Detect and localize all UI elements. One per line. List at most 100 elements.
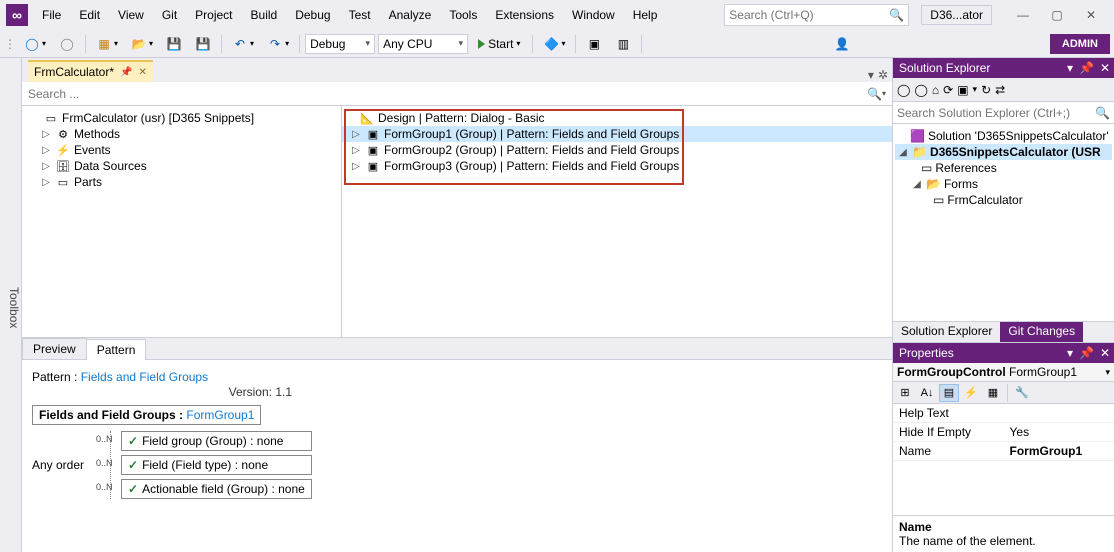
form-item[interactable]: ▭FrmCalculator [895, 192, 1112, 208]
tool-btn-3[interactable]: ▥ [610, 33, 636, 55]
prop-value[interactable] [1004, 404, 1114, 422]
form-structure-tree[interactable]: ▭ FrmCalculator (usr) [D365 Snippets] ▷⚙… [22, 106, 342, 337]
back-icon[interactable]: ◯ [897, 83, 910, 97]
references-node[interactable]: ▭References [895, 160, 1112, 176]
new-project-button[interactable]: ▦▾ [91, 33, 123, 55]
solution-explorer-header[interactable]: Solution Explorer ▾📌✕ [893, 58, 1114, 78]
expander-icon[interactable]: ▷ [350, 129, 362, 140]
expander-icon[interactable]: ▷ [40, 161, 52, 172]
save-button[interactable]: 💾 [161, 33, 187, 55]
toolbox-tab[interactable]: Toolbox [0, 58, 22, 552]
open-button[interactable]: 📂▾ [126, 33, 158, 55]
menu-help[interactable]: Help [625, 4, 666, 26]
tab-settings-icon[interactable]: ✲ [878, 68, 888, 82]
solution-tree[interactable]: 🟪Solution 'D365SnippetsCalculator' ◢📁D36… [893, 124, 1114, 321]
prop-row[interactable]: Help Text [893, 404, 1114, 423]
alpha-sort-icon[interactable]: A↓ [917, 384, 937, 402]
prop-row[interactable]: Hide If EmptyYes [893, 423, 1114, 442]
admin-badge[interactable]: ADMIN [1050, 34, 1110, 54]
prop-value[interactable]: Yes [1004, 423, 1114, 441]
menu-tools[interactable]: Tools [441, 4, 485, 26]
tab-solution-explorer[interactable]: Solution Explorer [893, 322, 1000, 342]
forms-folder[interactable]: ◢📂Forms [895, 176, 1112, 192]
designer-search-input[interactable] [28, 87, 867, 101]
menu-edit[interactable]: Edit [71, 4, 108, 26]
expander-icon[interactable]: ▷ [40, 145, 52, 156]
pin-icon[interactable]: 📌 [1079, 61, 1094, 75]
tree-node-methods[interactable]: ▷⚙Methods [22, 126, 341, 142]
pin-icon[interactable]: 📌 [120, 67, 132, 78]
design-node-formgroup2[interactable]: ▷▣FormGroup2 (Group) | Pattern: Fields a… [342, 142, 892, 158]
panel-dropdown-icon[interactable]: ▾ [1067, 346, 1073, 360]
sync-icon[interactable]: ⟳ [943, 83, 953, 97]
panel-dropdown-icon[interactable]: ▾ [1067, 61, 1073, 75]
menu-project[interactable]: Project [187, 4, 240, 26]
tree-node-data-sources[interactable]: ▷🗄Data Sources [22, 158, 341, 174]
wrench-icon[interactable]: 🔧 [1012, 384, 1032, 402]
fwd-icon[interactable]: ◯ [914, 83, 927, 97]
tab-overflow-icon[interactable]: ▾ [868, 68, 874, 82]
expander-icon[interactable]: ▷ [40, 129, 52, 140]
maximize-button[interactable]: ▢ [1040, 4, 1074, 26]
menu-extensions[interactable]: Extensions [487, 4, 562, 26]
menu-git[interactable]: Git [154, 4, 185, 26]
pattern-option[interactable]: ✓Actionable field (Group) : none [121, 479, 312, 499]
refresh-icon[interactable]: ↻ [981, 83, 991, 97]
props-view-icon[interactable]: ▤ [939, 384, 959, 402]
expander-icon[interactable]: ▷ [350, 161, 362, 172]
pin-icon[interactable]: 📌 [1079, 346, 1094, 360]
design-node-formgroup1[interactable]: ▷▣FormGroup1 (Group) | Pattern: Fields a… [342, 126, 892, 142]
se-search[interactable]: 🔍 [893, 102, 1114, 124]
global-search-input[interactable] [729, 8, 889, 22]
se-search-input[interactable] [897, 106, 1095, 120]
solution-node[interactable]: 🟪Solution 'D365SnippetsCalculator' [895, 128, 1112, 144]
expander-icon[interactable]: ▷ [350, 145, 362, 156]
pattern-link[interactable]: Fields and Field Groups [81, 370, 208, 384]
global-search[interactable]: 🔍 [724, 4, 909, 26]
props-grid[interactable]: Help TextHide If EmptyYesNameFormGroup1 [893, 404, 1114, 515]
user-icon[interactable]: 👤 [834, 36, 850, 52]
config-dropdown[interactable]: Debug [305, 34, 375, 54]
doc-tab-frmcalculator[interactable]: FrmCalculator* 📌 ✕ [28, 60, 153, 82]
tree-node-parts[interactable]: ▷▭Parts [22, 174, 341, 190]
project-node[interactable]: ◢📁D365SnippetsCalculator (USR [895, 144, 1112, 160]
design-tree[interactable]: 📐 Design | Pattern: Dialog - Basic ▷▣For… [342, 106, 892, 337]
nav-fwd-button[interactable]: ◯ [54, 33, 80, 55]
properties-header[interactable]: Properties ▾📌✕ [893, 343, 1114, 363]
solution-name-chip[interactable]: D36...ator [921, 5, 992, 25]
menu-debug[interactable]: Debug [287, 4, 338, 26]
pattern-option[interactable]: ✓Field (Field type) : none [121, 455, 312, 475]
tree-node-events[interactable]: ▷⚡Events [22, 142, 341, 158]
redo-button[interactable]: ↷▾ [262, 33, 294, 55]
tool-btn-1[interactable]: 🔷▾ [538, 33, 570, 55]
menu-view[interactable]: View [110, 4, 152, 26]
menu-window[interactable]: Window [564, 4, 623, 26]
start-debug-button[interactable]: Start▾ [471, 34, 527, 54]
close-tab-icon[interactable]: ✕ [138, 67, 146, 78]
designer-search-bar[interactable]: 🔍▾ [22, 82, 892, 106]
menu-build[interactable]: Build [243, 4, 286, 26]
save-all-button[interactable]: 💾 [190, 33, 216, 55]
props-events-icon[interactable]: ⚡ [961, 384, 981, 402]
show-all-icon[interactable]: ▣ [957, 83, 968, 97]
props-object-selector[interactable]: FormGroupControl FormGroup1▾ [893, 363, 1114, 382]
tool-btn-2[interactable]: ▣ [581, 33, 607, 55]
tab-preview[interactable]: Preview [22, 338, 87, 359]
tree-root[interactable]: ▭ FrmCalculator (usr) [D365 Snippets] [22, 110, 341, 126]
pattern-option[interactable]: ✓Field group (Group) : none [121, 431, 312, 451]
minimize-button[interactable]: — [1006, 4, 1040, 26]
props-grid-icon[interactable]: ▦ [983, 384, 1003, 402]
prop-value[interactable]: FormGroup1 [1004, 442, 1114, 460]
undo-button[interactable]: ↶▾ [227, 33, 259, 55]
collapse-icon[interactable]: ⇄ [995, 83, 1005, 97]
design-node-formgroup3[interactable]: ▷▣FormGroup3 (Group) | Pattern: Fields a… [342, 158, 892, 174]
menu-test[interactable]: Test [341, 4, 379, 26]
categorized-icon[interactable]: ⊞ [895, 384, 915, 402]
expander-icon[interactable]: ▷ [40, 177, 52, 188]
tab-pattern[interactable]: Pattern [86, 339, 147, 360]
home-icon[interactable]: ⌂ [932, 83, 939, 97]
close-panel-icon[interactable]: ✕ [1100, 61, 1110, 75]
prop-row[interactable]: NameFormGroup1 [893, 442, 1114, 461]
design-root[interactable]: 📐 Design | Pattern: Dialog - Basic [342, 110, 892, 126]
close-button[interactable]: ✕ [1074, 4, 1108, 26]
